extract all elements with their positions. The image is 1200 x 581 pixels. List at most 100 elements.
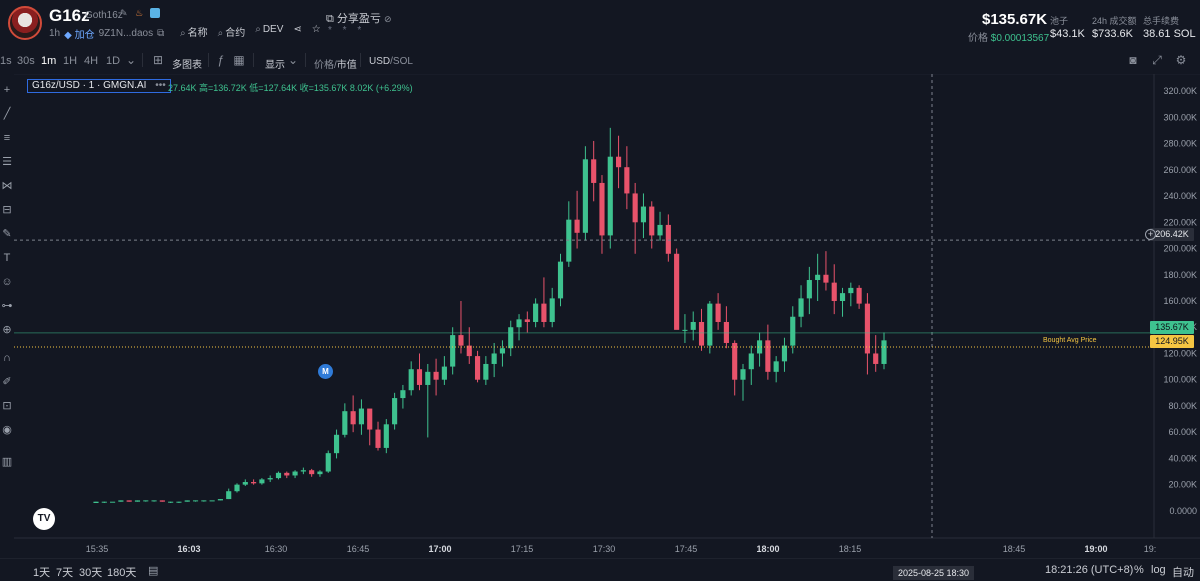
bottom-bar: 1天 7天 30天 180天 ▤ 18:21:26 (UTC+8) % log … xyxy=(0,558,1200,581)
candle-body xyxy=(159,500,165,502)
chevron-down-icon[interactable]: ⌄ xyxy=(124,53,138,67)
candle-body xyxy=(873,353,879,364)
multi-chart-button[interactable]: 多图表 xyxy=(172,56,202,71)
candle-body xyxy=(275,472,282,479)
range-7d[interactable]: 7天 xyxy=(56,564,73,580)
text-icon[interactable]: T xyxy=(1,252,13,264)
y-tick-label: 320.00K xyxy=(1163,86,1197,96)
pattern-icon[interactable]: ⋈ xyxy=(1,180,13,192)
magnet-icon[interactable]: ∩ xyxy=(1,352,13,364)
projection-icon[interactable]: ⊟ xyxy=(1,204,13,216)
x-tick-label: 17:15 xyxy=(511,544,534,554)
y-tick-label: 60.00K xyxy=(1168,427,1197,437)
add-alert-icon[interactable]: + xyxy=(1145,229,1156,240)
candle-body xyxy=(383,424,389,448)
marketcap-option[interactable]: 市值 xyxy=(337,60,357,71)
candle-body xyxy=(839,293,846,301)
price-marketcap-toggle[interactable]: 价格/市值 xyxy=(314,56,357,71)
price-option[interactable]: 价格 xyxy=(314,60,334,71)
token-avatar[interactable] xyxy=(8,6,42,40)
crosshair-icon[interactable]: + xyxy=(1,84,13,96)
share-icon[interactable]: ⋖ xyxy=(293,24,301,39)
y-tick-label: 180.00K xyxy=(1163,270,1197,280)
range-1d[interactable]: 1天 xyxy=(33,564,50,580)
range-180d[interactable]: 180天 xyxy=(107,564,136,580)
lock-icon[interactable]: ⊡ xyxy=(1,400,13,412)
measure-icon[interactable]: ⊶ xyxy=(1,300,13,312)
fullscreen-icon[interactable]: ⤢ xyxy=(1150,53,1164,67)
emoji-icon[interactable]: ☺ xyxy=(1,276,13,288)
settings-icon[interactable]: ⚙ xyxy=(1174,53,1188,67)
external-link-icon: ⧉ xyxy=(326,13,334,25)
candle-body xyxy=(574,219,580,233)
timeframe-4h[interactable]: 4H xyxy=(84,55,98,67)
candle-body xyxy=(582,159,588,233)
search-dev-link[interactable]: ⌕ DEV xyxy=(255,24,283,39)
candle-body xyxy=(773,361,779,372)
symbol-label: G16z/USD · 1 · GMGN.AI xyxy=(32,80,147,91)
horizontal-lines-icon[interactable]: ≡ xyxy=(1,132,13,144)
fib-icon[interactable]: ☰ xyxy=(1,156,13,168)
x-tick-label: 18:00 xyxy=(756,544,779,554)
candle-body xyxy=(881,340,887,364)
star-icon[interactable]: ☆ xyxy=(312,24,321,39)
tradingview-logo[interactable]: TV xyxy=(33,508,55,530)
hidden-pnl: * * * xyxy=(328,25,366,36)
camera-icon[interactable]: ◙ xyxy=(1126,53,1140,67)
chart-symbol-legend[interactable]: G16z/USD · 1 · GMGN.AI ••• xyxy=(27,79,171,93)
display-button[interactable]: 显示 xyxy=(265,56,285,71)
y-tick-label: 280.00K xyxy=(1163,139,1197,149)
currency-toggle[interactable]: USD/SOL xyxy=(369,56,413,67)
lock-drawing-icon[interactable]: ✐ xyxy=(1,376,13,388)
timezone-clock[interactable]: 18:21:26 (UTC+8) xyxy=(1045,564,1133,576)
timeframe-1d[interactable]: 1D xyxy=(106,55,120,67)
price-chart[interactable]: 0.0000 20.00K 40.00K 60.00K 80.00K 100.00K 120… xyxy=(14,74,1200,556)
trash-icon[interactable]: ▥ xyxy=(1,456,13,468)
timeframe-1h[interactable]: 1H xyxy=(63,55,77,67)
eye-off-icon[interactable]: ⊘ xyxy=(384,14,392,24)
candle-body xyxy=(640,206,647,223)
candle-body xyxy=(815,274,821,281)
search-contract-link[interactable]: ⌕ 合约 xyxy=(218,24,246,39)
indicators-icon[interactable]: ƒ xyxy=(214,53,228,67)
y-tick-label: 260.00K xyxy=(1163,165,1197,175)
chevron-down-icon[interactable]: ⌄ xyxy=(286,53,300,67)
brush-icon[interactable]: ✎ xyxy=(1,228,13,240)
toolbar-divider xyxy=(305,53,306,67)
edit-icon[interactable]: ✎ xyxy=(120,8,130,18)
usd-option[interactable]: USD xyxy=(369,56,390,67)
x-tick-label: 19: xyxy=(1144,544,1157,554)
more-icon[interactable]: ••• xyxy=(155,80,166,91)
eye-icon[interactable]: ◉ xyxy=(1,424,13,436)
candle-body xyxy=(408,369,414,391)
candle-body xyxy=(549,298,555,322)
y-tick-label: 240.00K xyxy=(1163,191,1197,201)
y-tick-label: 300.00K xyxy=(1163,112,1197,122)
timeframe-30s[interactable]: 30s xyxy=(17,55,35,67)
contract-address[interactable]: 9Z1N...daos xyxy=(99,28,153,39)
add-chart-icon[interactable]: ⊞ xyxy=(151,53,165,67)
migration-marker[interactable]: M xyxy=(318,364,333,379)
candle-body xyxy=(242,482,248,485)
trend-line-icon[interactable]: ╱ xyxy=(1,108,13,120)
token-handle[interactable]: Goth16z xyxy=(85,10,123,21)
candle-body xyxy=(557,261,564,299)
drawing-tools-rail: + ╱ ≡ ☰ ⋈ ⊟ ✎ T ☺ ⊶ ⊕ ∩ ✐ ⊡ ◉ ▥ xyxy=(0,76,14,476)
sol-option[interactable]: SOL xyxy=(393,56,413,67)
candle-body xyxy=(209,500,215,502)
timeframe-1s[interactable]: 1s xyxy=(0,55,12,67)
add-position-button[interactable]: ◆ 加仓 xyxy=(64,26,94,41)
layout-icon[interactable]: ▦ xyxy=(232,53,246,67)
telegram-icon[interactable] xyxy=(150,8,160,18)
auto-scale-toggle[interactable]: 自动 xyxy=(1172,564,1194,580)
zoom-in-icon[interactable]: ⊕ xyxy=(1,324,13,336)
copy-icon[interactable]: ⧉ xyxy=(157,28,164,39)
candle-body xyxy=(831,282,837,301)
log-toggle[interactable]: log xyxy=(1151,564,1166,576)
calendar-icon[interactable]: ▤ xyxy=(148,564,158,577)
search-name-link[interactable]: ⌕ 名称 xyxy=(180,24,208,39)
timeframe-1m[interactable]: 1m xyxy=(41,55,56,67)
percent-toggle[interactable]: % xyxy=(1134,564,1144,576)
range-30d[interactable]: 30天 xyxy=(79,564,102,580)
share-pnl-button[interactable]: ⧉ 分享盈亏 ⊘ xyxy=(326,10,392,26)
